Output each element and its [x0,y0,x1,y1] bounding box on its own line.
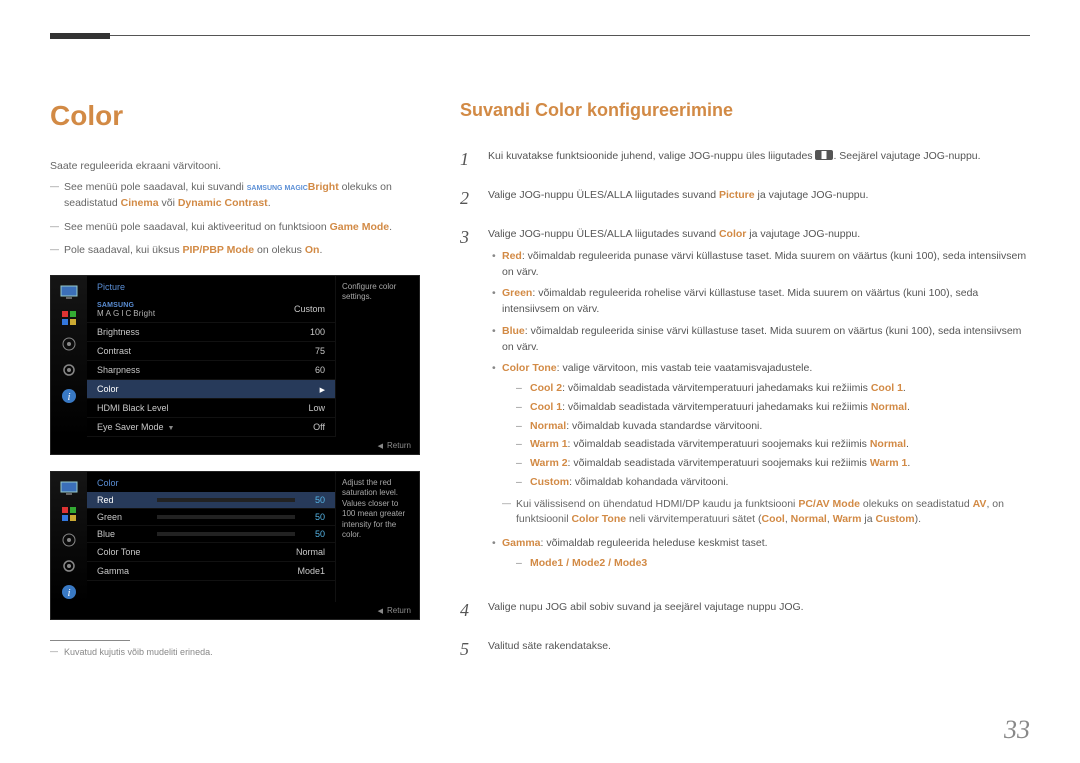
page-number: 33 [1004,715,1030,745]
step-1: 1 Kui kuvatakse funktsioonide juhend, va… [460,149,1030,170]
gear-icon [59,360,79,380]
osd-row-hdmiblack: HDMI Black LevelLow [87,399,335,418]
note-pip: Pole saadaval, kui üksus PIP/PBP Mode on… [50,243,420,259]
osd2-return[interactable]: Return [378,606,411,615]
step-number: 1 [460,149,474,170]
palette-icon [59,504,79,524]
palette-icon [59,308,79,328]
osd-row-brightness: Brightness100 [87,323,335,342]
bullet-blue: Blue: võimaldab reguleerida sinise värvi… [492,324,1030,356]
osd-title: Picture [87,276,335,296]
section-subtitle: Suvandi Color konfigureerimine [460,100,1030,121]
osd-picture-panel: i Picture SAMSUNGMAGICBright Custom Brig… [50,275,420,455]
info-icon: i [59,582,79,602]
tone-subitem: Cool 1: võimaldab seadistada värvitemper… [516,400,1030,416]
settings-icon [59,334,79,354]
tone-subitem: Custom: võimaldab kohandada värvitooni. [516,475,1030,491]
note-magicbright: See menüü pole saadaval, kui suvandi SAM… [50,180,420,212]
tone-subitem: Warm 2: võimaldab seadistada värvitemper… [516,456,1030,472]
osd-row-eyesaver: Eye Saver ModeOff [87,418,335,437]
jog-menu-icon [815,150,833,160]
footnote-text: Kuvatud kujutis võib mudeliti erineda. [50,647,420,657]
osd2-row-colortone: Color ToneNormal [87,543,335,562]
monitor-icon [59,282,79,302]
bullet-gamma: Gamma: võimaldab reguleerida heleduse ke… [492,536,1030,572]
bullet-colortone: Color Tone: valige värvitoon, mis vastab… [492,361,1030,528]
settings-icon [59,530,79,550]
osd2-tip-text: Adjust the red saturation level. Values … [335,472,419,602]
osd-color-panel: i Color Red50 Green50 Blue50 Color ToneN… [50,471,420,620]
step-2: 2 Valige JOG-nuppu ÜLES/ALLA liigutades … [460,188,1030,209]
osd-row-contrast: Contrast75 [87,342,335,361]
osd-row-sharpness: Sharpness60 [87,361,335,380]
gamma-modes: Mode1 / Mode2 / Mode3 [530,557,647,569]
step-number: 4 [460,600,474,621]
osd2-title: Color [87,472,335,492]
note-gamemode: See menüü pole saadaval, kui aktiveeritu… [50,220,420,236]
page: Color Saate reguleerida ekraani värvitoo… [0,0,1080,708]
step-4: 4 Valige nupu JOG abil sobiv suvand ja s… [460,600,1030,621]
bullet-red: Red: võimaldab reguleerida punase värvi … [492,249,1030,281]
svg-text:i: i [67,587,70,599]
tone-subitem: Warm 1: võimaldab seadistada värvitemper… [516,437,1030,453]
osd2-row-gamma: GammaMode1 [87,562,335,581]
monitor-icon [59,478,79,498]
step-number: 2 [460,188,474,209]
left-column: Color Saate reguleerida ekraani värvitoo… [50,45,420,678]
header-accent [50,33,110,39]
svg-text:i: i [67,391,70,403]
tone-subitem: Normal: võimaldab kuvada standardse värv… [516,419,1030,435]
gear-icon [59,556,79,576]
step-3: 3 Valige JOG-nuppu ÜLES/ALLA liigutades … [460,227,1030,582]
osd-row-magicbright: SAMSUNGMAGICBright Custom [87,296,335,323]
tone-subitem: Cool 2: võimaldab seadistada värvitemper… [516,381,1030,397]
page-title: Color [50,100,420,132]
osd-row-color-selected[interactable]: Color [87,380,335,399]
osd-sidebar: i [51,472,87,602]
bullet-green: Green: võimaldab reguleerida rohelise vä… [492,286,1030,318]
osd2-row-red[interactable]: Red50 [87,492,335,509]
osd2-row-green: Green50 [87,509,335,526]
right-column: Suvandi Color konfigureerimine 1 Kui kuv… [460,45,1030,678]
info-icon: i [59,386,79,406]
osd2-row-blue: Blue50 [87,526,335,543]
intro-text: Saate reguleerida ekraani värvitooni. [50,160,420,172]
osd-return[interactable]: Return [378,441,411,450]
step-number: 3 [460,227,474,248]
osd-sidebar: i [51,276,87,437]
osd-tip-text: Configure color settings. [335,276,419,437]
step-5: 5 Valitud säte rakendatakse. [460,639,1030,660]
tone-footnote: Kui välissisend on ühendatud HDMI/DP kau… [502,497,1030,529]
step-number: 5 [460,639,474,660]
footnote-rule [50,640,130,641]
